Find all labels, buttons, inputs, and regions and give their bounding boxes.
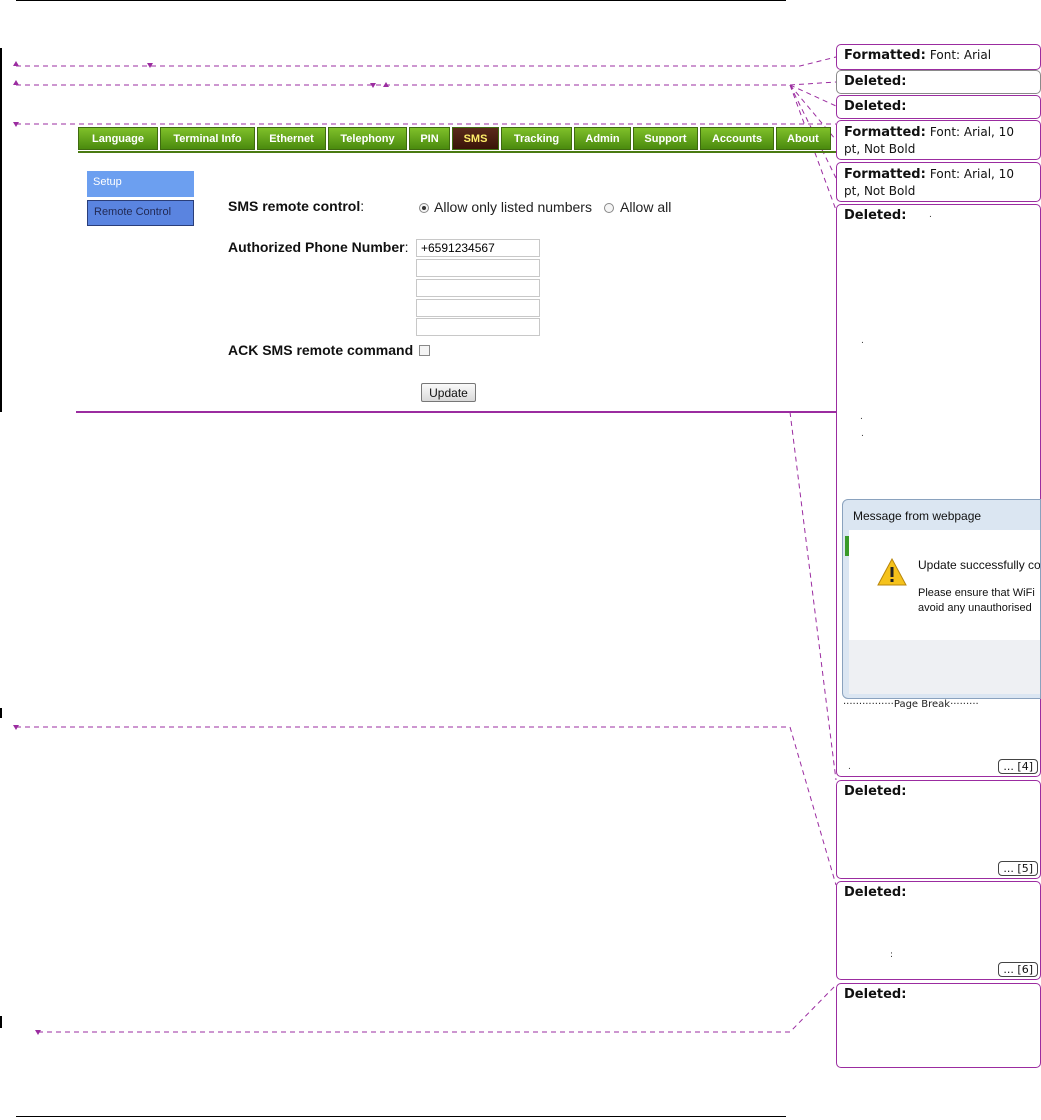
comment-kind: Formatted: (844, 125, 926, 140)
radio-allow-listed[interactable] (419, 203, 429, 213)
comment-formatted[interactable]: Formatted: Font: Arial, 10 pt, Not Bold (836, 120, 1041, 160)
comment-more-link[interactable]: ... [4] (998, 759, 1038, 774)
comment-kind: Formatted: (844, 167, 926, 182)
sidebar-item-setup[interactable]: Setup (87, 171, 194, 197)
comment-kind: Deleted: (844, 99, 907, 114)
comment-formatted[interactable]: Formatted: Font: Arial (836, 44, 1041, 70)
comment-kind: Deleted: (844, 784, 907, 799)
page-break-marker: ················Page Break········· (843, 699, 979, 710)
sidebar-item-remote-control[interactable]: Remote Control (87, 200, 194, 226)
phone-number-input-1[interactable] (416, 239, 540, 257)
deleted-mark: . (929, 210, 932, 220)
sms-remote-control-label: SMS remote control: (228, 198, 364, 214)
comment-deleted[interactable]: Deleted: ... [6] (836, 881, 1041, 980)
deleted-mark: . (860, 412, 863, 422)
label-colon: : (360, 198, 365, 214)
comment-kind: Formatted: (844, 48, 926, 63)
deleted-mark: : (890, 950, 894, 960)
comment-deleted[interactable]: Deleted: ... [5] (836, 780, 1041, 879)
comment-more-link[interactable]: ... [5] (998, 861, 1038, 876)
comment-kind: Deleted: (844, 987, 907, 1002)
phone-number-input-5[interactable] (416, 318, 540, 336)
comment-deleted[interactable]: Deleted: (836, 983, 1041, 1068)
dialog-line-2: Please ensure that WiFi (918, 587, 1035, 599)
dialog-line-1: Update successfully cor (918, 558, 1041, 572)
dialog-line-3: avoid any unauthorised (918, 602, 1032, 614)
tab-support[interactable]: Support (633, 127, 698, 150)
comment-kind: Deleted: (844, 208, 907, 223)
update-button[interactable]: Update (421, 383, 476, 402)
tab-pin[interactable]: PIN (409, 127, 450, 150)
comment-kind: Deleted: (844, 885, 907, 900)
deleted-mark: . (861, 429, 864, 439)
tab-ethernet[interactable]: Ethernet (257, 127, 326, 150)
dialog-title: Message from webpage (853, 509, 982, 523)
deleted-mark: . (848, 762, 851, 772)
comment-kind: Deleted: (844, 74, 907, 89)
label-colon: : (404, 239, 409, 255)
authorized-phone-label: Authorized Phone Number: (228, 239, 408, 255)
nav-underline (78, 151, 836, 153)
comment-more-link[interactable]: ... [6] (998, 962, 1038, 977)
tab-sms[interactable]: SMS (452, 127, 499, 150)
dialog-edge (845, 536, 849, 556)
tab-about[interactable]: About (776, 127, 831, 150)
comment-formatted[interactable]: Formatted: Font: Arial, 10 pt, Not Bold (836, 162, 1041, 202)
tab-language[interactable]: Language (78, 127, 158, 150)
ack-sms-checkbox[interactable] (419, 345, 430, 356)
tab-admin[interactable]: Admin (574, 127, 631, 150)
message-dialog: Message from webpage Update successfully… (842, 499, 1041, 699)
dialog-footer (849, 640, 1040, 694)
authorized-phone-text: Authorized Phone Number (228, 239, 405, 255)
radio-allow-all[interactable] (604, 203, 614, 213)
tab-terminal-info[interactable]: Terminal Info (160, 127, 255, 150)
phone-number-input-4[interactable] (416, 299, 540, 317)
tab-telephony[interactable]: Telephony (328, 127, 407, 150)
main-nav: Language Terminal Info Ethernet Telephon… (78, 127, 836, 152)
comment-deleted[interactable]: Deleted: (836, 95, 1041, 119)
deleted-mark: . (861, 336, 864, 346)
tab-tracking[interactable]: Tracking (501, 127, 572, 150)
sms-remote-control-text: SMS remote control (228, 198, 361, 214)
phone-number-input-2[interactable] (416, 259, 540, 277)
page-break-label: Page Break (893, 699, 951, 710)
comment-text: Font: Arial (929, 48, 992, 62)
ack-sms-label: ACK SMS remote command (228, 342, 414, 358)
radio-allow-all-label[interactable]: Allow all (620, 199, 671, 215)
tab-accounts[interactable]: Accounts (700, 127, 774, 150)
phone-number-input-3[interactable] (416, 279, 540, 297)
radio-allow-listed-label[interactable]: Allow only listed numbers (434, 199, 592, 215)
comment-deleted[interactable]: Deleted: (836, 70, 1041, 94)
warning-icon (877, 558, 907, 586)
